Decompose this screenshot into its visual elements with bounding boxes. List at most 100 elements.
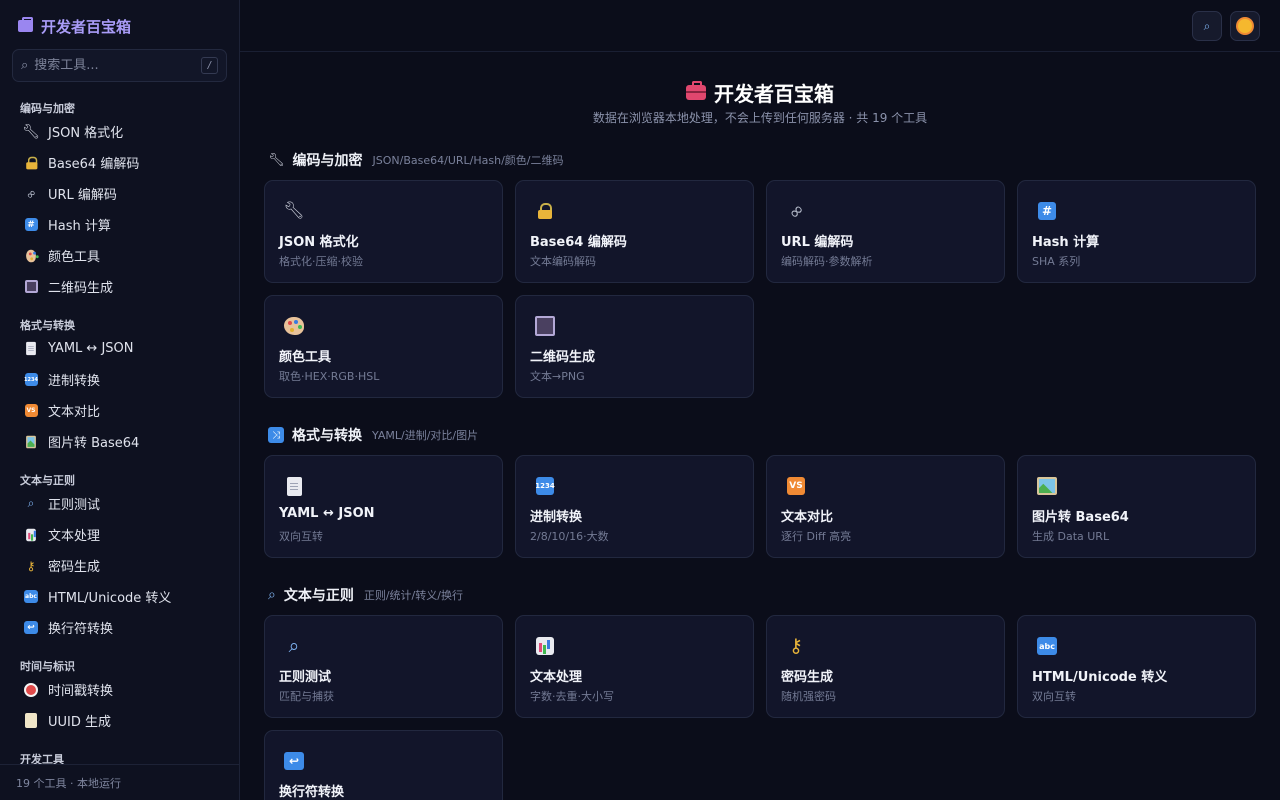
card-description: 编码解码·参数解析	[781, 255, 873, 268]
card-description: 生成 Data URL	[1032, 530, 1110, 543]
sidebar-item-json-format[interactable]: 🔧︎ JSON 格式化	[0, 116, 239, 147]
lock-icon	[24, 156, 38, 170]
lock-icon	[534, 200, 556, 222]
theme-toggle-button[interactable]	[1230, 11, 1260, 41]
card-description: 匹配与捕获	[279, 690, 334, 703]
search-icon: ⌕	[21, 58, 29, 73]
card-description: 字数·去重·大小写	[530, 690, 614, 703]
tool-card-newline[interactable]: ↩ 换行符转换	[264, 730, 503, 800]
sidebar-item-label: 密码生成	[48, 560, 101, 575]
card-description: 逐行 Diff 高亮	[781, 530, 852, 543]
document-icon	[24, 341, 38, 356]
card-description: 2/8/10/16·大数	[530, 530, 609, 543]
tool-card-password[interactable]: ⚷ 密码生成 随机强密码	[766, 615, 1005, 718]
section-header-text: ⌕ 文本与正则 正则/统计/转义/换行	[268, 585, 463, 605]
image-icon	[1036, 475, 1058, 497]
card-description: SHA 系列	[1032, 255, 1081, 268]
qr-icon	[534, 315, 556, 337]
sidebar-item-label: 时间戳转换	[48, 684, 114, 699]
briefcase-icon	[18, 17, 33, 32]
return-icon: ↩	[24, 621, 38, 635]
sidebar-item-timestamp[interactable]: 时间戳转换	[0, 674, 239, 705]
abc-icon: abc	[24, 590, 38, 604]
tool-card-color[interactable]: 颜色工具 取色·HEX·RGB·HSL	[264, 295, 503, 398]
sidebar-item-yaml-json[interactable]: YAML ↔ JSON	[0, 333, 239, 364]
sidebar-item-newline[interactable]: ↩ 换行符转换	[0, 612, 239, 643]
tool-card-hash[interactable]: # Hash 计算 SHA 系列	[1017, 180, 1256, 283]
card-title: 进制转换	[530, 510, 583, 525]
magnifier-icon: ⌕	[268, 587, 276, 603]
sidebar-item-url[interactable]: ∞ URL 编解码	[0, 178, 239, 209]
tool-card-regex[interactable]: ⌕ 正则测试 匹配与捕获	[264, 615, 503, 718]
tool-card-url[interactable]: ∞ URL 编解码 编码解码·参数解析	[766, 180, 1005, 283]
section-header-encoding: 🔧︎ 编码与加密 JSON/Base64/URL/Hash/颜色/二维码	[268, 150, 563, 170]
search-button[interactable]: ⌕	[1192, 11, 1222, 41]
sidebar-item-diff[interactable]: VS 文本对比	[0, 395, 239, 426]
return-icon: ↩	[283, 750, 305, 772]
numbers-icon: 1234	[534, 475, 556, 497]
tool-card-image-base64[interactable]: 图片转 Base64 生成 Data URL	[1017, 455, 1256, 558]
sidebar-item-escape[interactable]: abc HTML/Unicode 转义	[0, 581, 239, 612]
card-title: URL 编解码	[781, 235, 854, 250]
card-title: Hash 计算	[1032, 235, 1100, 250]
sidebar-item-label: JSON 格式化	[48, 126, 124, 141]
card-title: HTML/Unicode 转义	[1032, 670, 1168, 685]
nav-group-title: 格式与转换	[20, 319, 75, 332]
search-input[interactable]	[34, 58, 201, 73]
sidebar-search[interactable]: ⌕ /	[12, 49, 227, 82]
nav-group-title: 时间与标识	[20, 660, 75, 673]
nav-group-title: 开发工具	[20, 753, 64, 764]
card-description: 取色·HEX·RGB·HSL	[279, 370, 380, 383]
hash-icon: #	[24, 218, 38, 232]
tool-card-yaml-json[interactable]: YAML ↔ JSON 双向互转	[264, 455, 503, 558]
wrench-icon: 🔧︎	[22, 123, 40, 140]
shortcut-key-hint: /	[201, 57, 218, 74]
brand-title: 开发者百宝箱	[41, 17, 132, 36]
section-tags: YAML/进制/对比/图片	[372, 429, 479, 442]
tool-card-base64[interactable]: Base64 编解码 文本编码解码	[515, 180, 754, 283]
sidebar-item-label: 文本对比	[48, 405, 101, 420]
shuffle-icon: ⤨	[268, 427, 284, 443]
card-title: JSON 格式化	[279, 235, 359, 250]
tool-card-radix[interactable]: 1234 进制转换 2/8/10/16·大数	[515, 455, 754, 558]
sidebar-item-regex[interactable]: ⌕ 正则测试	[0, 488, 239, 519]
card-description: 随机强密码	[781, 690, 836, 703]
sidebar-item-image-base64[interactable]: 图片转 Base64	[0, 426, 239, 457]
tool-card-diff[interactable]: VS 文本对比 逐行 Diff 高亮	[766, 455, 1005, 558]
vs-icon: VS	[24, 404, 38, 418]
sidebar-item-label: 换行符转换	[48, 622, 114, 637]
sidebar-item-base64[interactable]: Base64 编解码	[0, 147, 239, 178]
section-title: 格式与转换	[292, 428, 362, 444]
sidebar-item-label: 图片转 Base64	[48, 436, 140, 451]
sidebar-item-label: 颜色工具	[48, 250, 101, 265]
sidebar-item-password[interactable]: ⚷ 密码生成	[0, 550, 239, 581]
section-title: 编码与加密	[292, 153, 363, 169]
sidebar-item-label: Base64 编解码	[48, 157, 140, 172]
tool-card-qrcode[interactable]: 二维码生成 文本→PNG	[515, 295, 754, 398]
sidebar-item-label: 进制转换	[48, 374, 101, 389]
palette-icon	[283, 315, 305, 337]
card-title: 密码生成	[781, 670, 834, 685]
tool-card-json-format[interactable]: 🔧︎ JSON 格式化 格式化·压缩·校验	[264, 180, 503, 283]
sidebar-item-text[interactable]: 文本处理	[0, 519, 239, 550]
memo-icon	[24, 713, 38, 728]
sidebar-item-qrcode[interactable]: 二维码生成	[0, 271, 239, 302]
brand[interactable]: 开发者百宝箱	[18, 15, 131, 37]
abc-icon: abc	[1036, 635, 1058, 657]
sidebar-item-label: UUID 生成	[48, 715, 112, 730]
tool-card-escape[interactable]: abc HTML/Unicode 转义 双向互转	[1017, 615, 1256, 718]
nav-group-title: 文本与正则	[20, 474, 75, 487]
card-title: Base64 编解码	[530, 235, 627, 250]
sidebar-item-hash[interactable]: # Hash 计算	[0, 209, 239, 240]
sidebar-item-uuid[interactable]: UUID 生成	[0, 705, 239, 736]
sidebar-item-radix[interactable]: 1234 进制转换	[0, 364, 239, 395]
document-icon	[283, 475, 305, 497]
page-title: 开发者百宝箱	[240, 78, 1280, 107]
sidebar-nav: 编码与加密 🔧︎ JSON 格式化 Base64 编解码 ∞ URL 编解码 #…	[0, 94, 239, 764]
card-description: 双向互转	[1032, 690, 1076, 703]
section-tags: JSON/Base64/URL/Hash/颜色/二维码	[372, 154, 564, 167]
sidebar-item-color[interactable]: 颜色工具	[0, 240, 239, 271]
tool-card-text[interactable]: 文本处理 字数·去重·大小写	[515, 615, 754, 718]
sidebar: 开发者百宝箱 ⌕ / 编码与加密 🔧︎ JSON 格式化 Base64 编解码 …	[0, 0, 240, 800]
card-title: 图片转 Base64	[1032, 510, 1129, 525]
